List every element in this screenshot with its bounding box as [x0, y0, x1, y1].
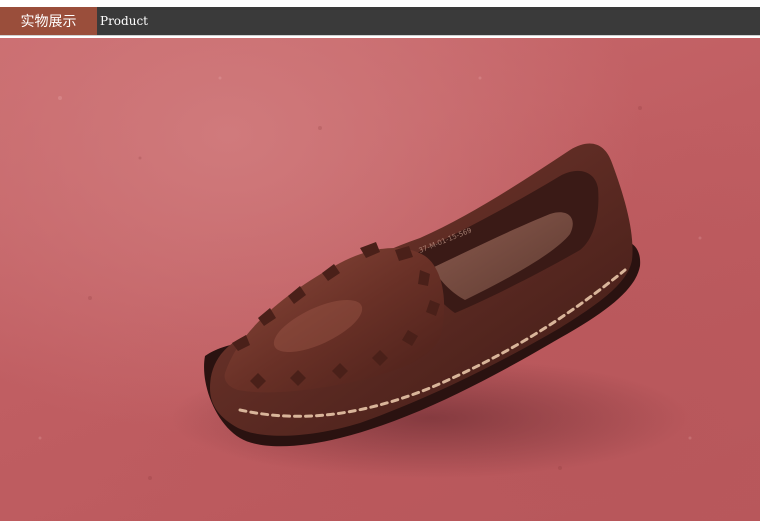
product-photo: 37-M-01-15-569	[0, 38, 760, 521]
product-display-page: 实物展示 Product 37-M-01-15-569	[0, 0, 760, 521]
section-header: 实物展示 Product	[0, 7, 760, 35]
section-title-en: Product	[100, 14, 148, 28]
section-title-cn: 实物展示	[20, 14, 77, 30]
shoe-illustration: 37-M-01-15-569	[38, 76, 702, 480]
section-title-tab: 实物展示	[0, 7, 97, 35]
header-divider	[0, 35, 760, 36]
